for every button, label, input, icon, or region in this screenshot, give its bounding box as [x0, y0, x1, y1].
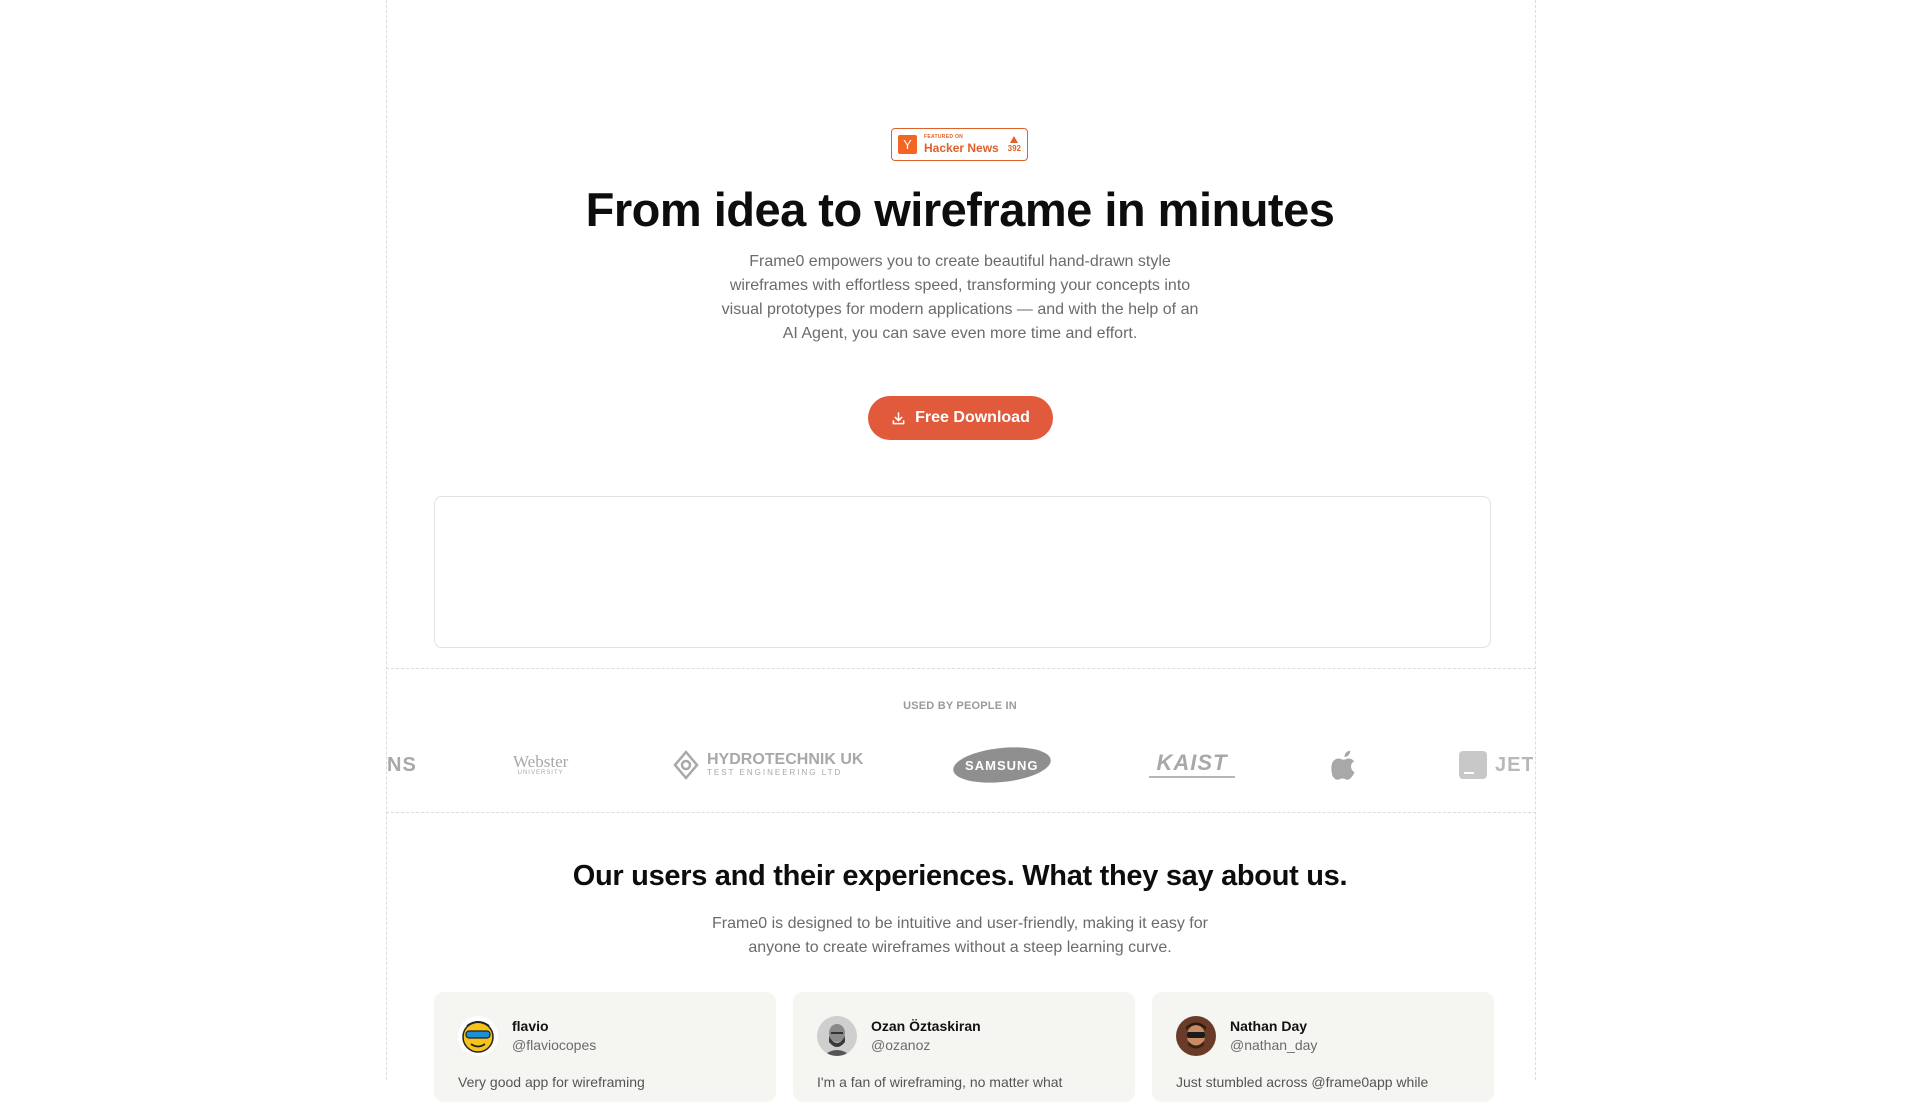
- app-preview-frame: [434, 496, 1491, 648]
- hero-title: From idea to wireframe in minutes: [585, 183, 1335, 236]
- testimonial-name: flavio: [512, 1018, 549, 1034]
- hn-vote-count: 392: [1007, 144, 1021, 153]
- upvote-icon: [1010, 136, 1019, 143]
- logo-hydrotechnik: HYDROTECHNIK UK TEST ENGINEERING LTD: [673, 730, 863, 800]
- logo-kaist: KAIST: [1149, 730, 1235, 800]
- used-by-label: USED BY PEOPLE IN: [903, 700, 1017, 712]
- hero-description: Frame0 empowers you to create beautiful …: [721, 253, 1199, 342]
- avatar: [817, 1016, 857, 1056]
- logo-webster: Webster UNIVERSITY: [513, 752, 569, 776]
- hydrotechnik-mark-icon: [673, 750, 699, 780]
- testimonial-card[interactable]: Nathan Day @nathan_day Just stumbled acr…: [1152, 992, 1494, 1102]
- free-download-button[interactable]: Free Download: [868, 396, 1053, 440]
- testimonial-text: Very good app for wireframing: [458, 1074, 645, 1090]
- testimonial-handle: @flaviocopes: [512, 1037, 597, 1053]
- free-download-label: Free Download: [915, 409, 1030, 426]
- testimonial-name: Ozan Öztaskiran: [871, 1018, 981, 1034]
- testimonial-name: Nathan Day: [1230, 1018, 1308, 1034]
- hn-votes: 392: [1008, 136, 1021, 153]
- testimonial-card[interactable]: flavio @flaviocopes Very good app for wi…: [434, 992, 776, 1102]
- hacker-news-badge[interactable]: Y FEATURED ON Hacker News 392: [891, 128, 1028, 161]
- avatar: [458, 1016, 498, 1056]
- logo-ns: NS: [387, 753, 417, 776]
- testimonial-text: Just stumbled across @frame0app while: [1176, 1074, 1429, 1090]
- hacker-news-logo-icon: Y: [898, 135, 917, 154]
- download-icon: [892, 411, 905, 424]
- testimonials-title: Our users and their experiences. What th…: [572, 860, 1348, 892]
- divider: [386, 668, 1536, 669]
- testimonial-card[interactable]: Ozan Öztaskiran @ozanoz I'm a fan of wir…: [793, 992, 1135, 1102]
- logo-samsung: SAMSUNG: [951, 730, 1053, 800]
- apple-logo-icon: [1331, 730, 1359, 800]
- hn-featured-label: FEATURED ON: [924, 134, 964, 140]
- testimonials-subtitle: Frame0 is designed to be intuitive and u…: [712, 915, 1208, 956]
- logo-strip: NS Webster UNIVERSITY HYDROTECHNIK UK TE…: [387, 730, 1533, 800]
- logo-jetbrains: JETBR: [1459, 730, 1533, 800]
- testimonial-text: I'm a fan of wireframing, no matter what: [817, 1074, 1063, 1090]
- divider: [386, 812, 1536, 813]
- testimonial-handle: @nathan_day: [1230, 1037, 1318, 1053]
- testimonial-handle: @ozanoz: [871, 1037, 931, 1053]
- avatar: [1176, 1016, 1216, 1056]
- hn-name: Hacker News: [924, 141, 999, 155]
